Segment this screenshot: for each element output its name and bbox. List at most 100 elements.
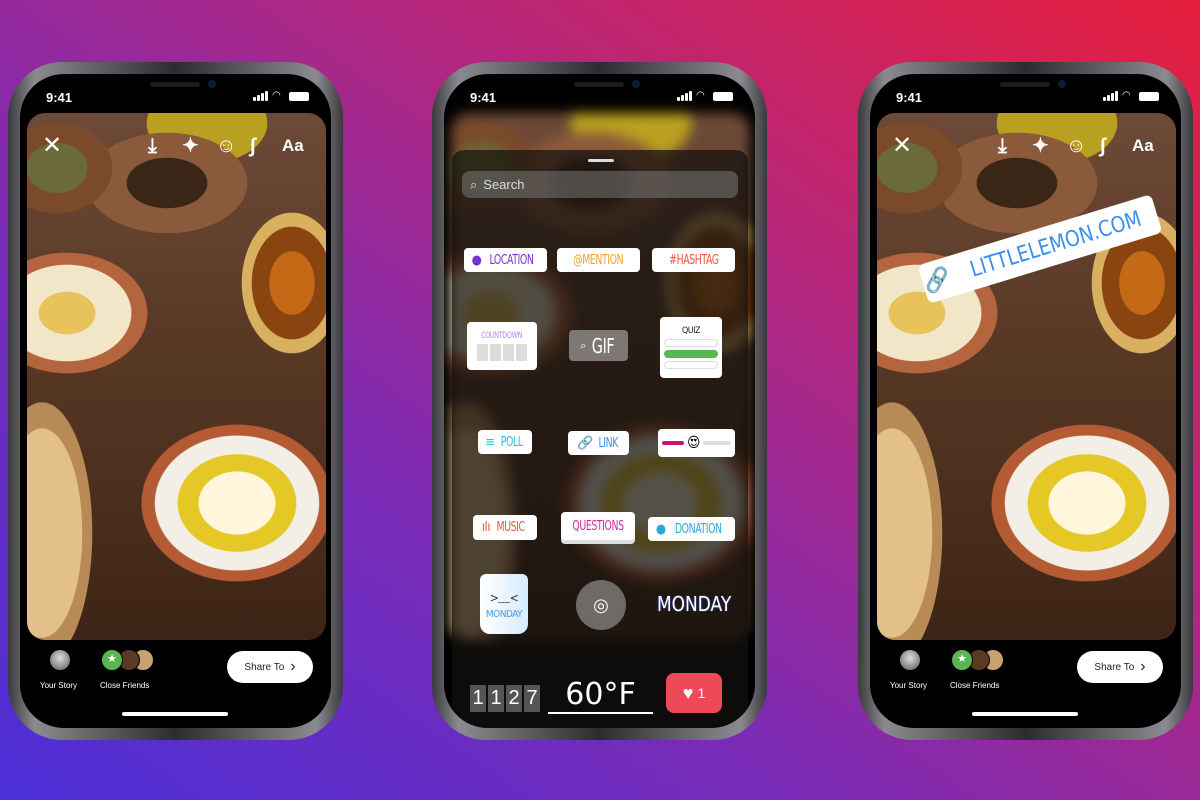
share-to-label: Share To [244,661,285,673]
gif-label: GIF [591,333,615,358]
story-photo [27,113,326,640]
status-time: 9:41 [46,90,73,105]
battery-icon [289,92,309,101]
close-friends-label: Close Friends [950,681,1000,690]
status-icons: ◠ [253,91,309,101]
draw-squiggle-icon[interactable]: ∫ [250,134,255,158]
battery-icon [1139,92,1159,101]
star-icon[interactable]: ★ [951,649,973,671]
poll-label: POLL [500,434,523,450]
share-to-label: Share To [1094,661,1135,673]
location-sticker[interactable]: ● LOCATION [464,248,547,272]
emoji-slider-sticker[interactable]: 😍 [658,429,735,457]
sticker-icon[interactable]: ☺ [216,134,236,158]
poll-sticker[interactable]: ≡ POLL [478,430,532,454]
questions-sticker[interactable]: QUESTIONS [561,512,635,540]
signal-icon [253,91,268,101]
link-label: LINK [598,435,618,451]
music-label: MUSIC [496,520,526,535]
phone-middle: 9:41 ◠ ⌕ Search ● LOCATION @MENTION #HASHT… [432,62,767,740]
likes-count: 1 [697,685,706,701]
search-icon: ⌕ [580,338,586,352]
search-icon: ⌕ [470,176,478,192]
screen: 9:41 ◠ ⌕ Search ● LOCATION @MENTION #HASHT… [444,74,755,728]
wifi-icon: ◠ [272,90,281,101]
countdown-label: COUNTDOWN [481,331,523,341]
sticker-search-input[interactable]: ⌕ Search [462,171,738,198]
clock-sticker[interactable]: 1 1 2 7 [470,685,540,712]
likes-counter-sticker[interactable]: ♥ 1 [666,673,722,713]
donation-sticker[interactable]: ● DONATION [648,517,735,541]
speaker [150,82,200,87]
music-sticker[interactable]: ılı MUSIC [473,515,537,540]
wifi-icon: ◠ [1122,90,1131,101]
close-icon[interactable]: ✕ [892,134,912,158]
close-friends-label: Close Friends [100,681,150,690]
clock-digit: 1 [470,685,486,712]
draw-squiggle-icon[interactable]: ∫ [1100,134,1105,158]
share-to-button[interactable]: Share To › [1077,651,1163,683]
your-story-label: Your Story [40,681,78,690]
wifi-icon: ◠ [696,90,705,101]
download-icon[interactable]: ⤓ [148,134,157,158]
chevron-right-icon: › [1140,658,1146,675]
front-camera [632,80,640,88]
hashtag-sticker[interactable]: #HASHTAG [652,248,735,272]
status-icons: ◠ [1103,91,1159,101]
quiz-label: QUIZ [681,326,701,336]
poll-lines-icon: ≡ [485,434,495,450]
home-indicator [972,712,1078,716]
clock-digit: 7 [524,685,540,712]
mug-face-icon: >﹏< [489,590,519,605]
music-bars-icon: ılı [481,520,491,535]
monday-text-sticker[interactable]: MONDAY [657,592,731,616]
link-icon: 🔗 [576,435,593,451]
temperature-sticker[interactable]: 60°F [548,678,653,714]
your-story-label: Your Story [890,681,928,690]
status-icons: ◠ [677,91,733,101]
link-icon: 🔗 [920,264,954,297]
countdown-sticker[interactable]: COUNTDOWN [467,322,537,370]
text-tool-button[interactable]: Aa [1132,134,1154,158]
speaker [1000,82,1050,87]
download-icon[interactable]: ⤓ [998,134,1007,158]
quiz-sticker[interactable]: QUIZ [660,317,722,378]
close-icon[interactable]: ✕ [42,134,62,158]
your-story-avatar[interactable] [49,649,71,671]
location-label: LOCATION [489,252,534,268]
screen: 9:41 ◠ ✕ ⤓ ✦ ☺ ∫ Aa Your Story ★ Close F… [20,74,331,728]
share-to-button[interactable]: Share To › [227,651,313,683]
clock-digit: 2 [506,685,522,712]
status-time: 9:41 [896,90,923,105]
heart-circle-icon: ● [655,521,666,537]
mention-label: @MENTION [573,252,624,268]
donation-label: DONATION [674,521,722,537]
countdown-boxes [477,344,527,361]
camera-icon[interactable]: ◎ [576,580,626,630]
heart-eyes-emoji: 😍 [687,435,700,451]
hashtag-label: #HASHTAG [668,252,719,268]
location-pin-icon: ● [471,252,482,268]
sparkles-icon[interactable]: ✦ [182,134,199,158]
monday-mug-sticker[interactable]: >﹏< MONDAY [480,574,528,634]
phone-right: 9:41 ◠ ✕ ⤓ ✦ ☺ ∫ Aa 🔗 LITTLELEMON.COM You… [858,62,1193,740]
text-tool-button[interactable]: Aa [282,134,304,158]
mention-sticker[interactable]: @MENTION [557,248,640,272]
mug-label: MONDAY [485,608,523,620]
star-icon[interactable]: ★ [101,649,123,671]
sparkles-icon[interactable]: ✦ [1032,134,1049,158]
heart-icon: ♥ [682,682,694,703]
front-camera [1058,80,1066,88]
story-toolbar: ✕ ⤓ ✦ ☺ ∫ Aa [20,134,331,158]
battery-icon [713,92,733,101]
home-indicator [122,712,228,716]
sticker-icon[interactable]: ☺ [1066,134,1086,158]
tray-handle[interactable] [588,159,614,162]
link-sticker[interactable]: 🔗 LINK [568,431,629,455]
questions-label: QUESTIONS [572,518,624,534]
your-story-avatar[interactable] [899,649,921,671]
gif-sticker[interactable]: ⌕ GIF [569,330,628,361]
clock-digit: 1 [488,685,504,712]
speaker [574,82,624,87]
status-time: 9:41 [470,90,497,105]
